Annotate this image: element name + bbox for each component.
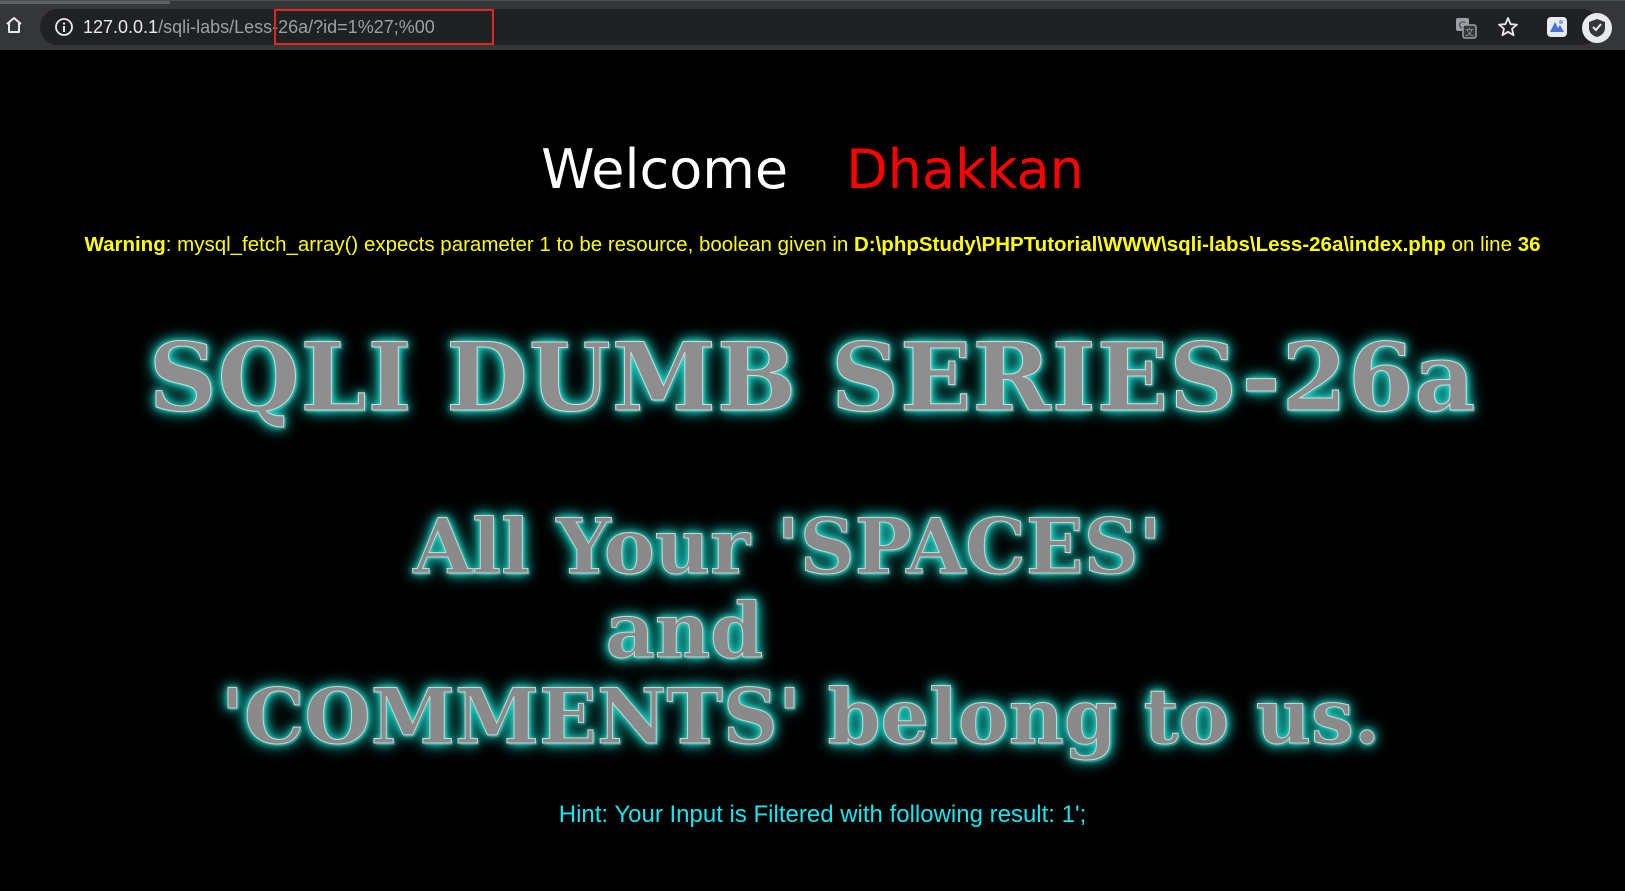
banner-line-3: 'COMMENTS' belong to us. bbox=[220, 672, 1381, 762]
home-icon bbox=[6, 17, 22, 33]
star-icon[interactable] bbox=[1496, 15, 1520, 39]
warning-line-text: on line bbox=[1445, 233, 1518, 256]
warning-message: : mysql_fetch_array() expects parameter … bbox=[165, 233, 854, 256]
home-button[interactable] bbox=[2, 13, 26, 37]
url-host: 127.0.0.1 bbox=[83, 17, 159, 37]
banner-line-2: and bbox=[605, 586, 764, 676]
shield-icon bbox=[1589, 19, 1605, 37]
php-warning: Warning: mysql_fetch_array() expects par… bbox=[0, 231, 1625, 259]
welcome-name: Dhakkan bbox=[846, 138, 1084, 201]
warning-line-number: 36 bbox=[1517, 233, 1541, 256]
browser-toolbar: 127.0.0.1/sqli-labs/Less-26a/?id=1%27;%0… bbox=[0, 0, 1625, 50]
welcome-heading: Welcome Dhakkan bbox=[0, 138, 1625, 202]
banner-line-1: All Your 'SPACES' bbox=[413, 502, 1163, 592]
hint-text: Hint: Your Input is Filtered with follow… bbox=[558, 801, 1087, 828]
welcome-word: Welcome bbox=[541, 138, 789, 201]
translate-icon[interactable]: G 文 bbox=[1455, 17, 1477, 39]
info-icon[interactable] bbox=[54, 17, 74, 37]
svg-text:文: 文 bbox=[1465, 27, 1474, 39]
profile-avatar[interactable] bbox=[1582, 13, 1612, 43]
url-highlight-annotation bbox=[274, 9, 494, 45]
banner-title: SQLI DUMB SERIES-26a bbox=[148, 323, 1477, 434]
extension-icon[interactable] bbox=[1545, 15, 1569, 39]
active-tab-edge bbox=[0, 1, 170, 4]
warning-file: D:\phpStudy\PHPTutorial\WWW\sqli-labs\Le… bbox=[853, 233, 1446, 256]
warning-label: Warning bbox=[84, 233, 166, 256]
